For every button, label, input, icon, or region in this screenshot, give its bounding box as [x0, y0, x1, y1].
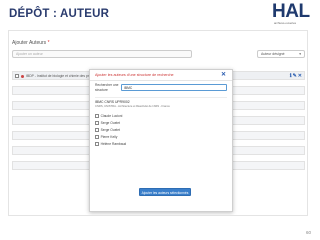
author-option[interactable]: Pierre Kelly: [95, 134, 117, 140]
author-checkbox[interactable]: [95, 128, 99, 132]
structure-name: IBMC CNRS UPR9002: [95, 100, 130, 104]
required-mark: *: [47, 40, 50, 46]
author-search-placeholder: Ajouter un auteur: [16, 52, 43, 56]
structure-search-input[interactable]: IBMC: [121, 84, 227, 91]
author-option[interactable]: Hélène Rambaud: [95, 141, 126, 147]
role-select[interactable]: Auteur désigné ▾: [257, 50, 305, 58]
author-checkbox[interactable]: [95, 142, 99, 146]
author-name: Serge Ouelet: [100, 121, 121, 125]
structure-search-label: Rechercher une structure: [95, 83, 119, 92]
logo-subtitle: archives-ouvertes: [274, 21, 297, 25]
authors-label-text: Ajouter Auteurs: [12, 40, 47, 46]
author-checkbox[interactable]: [95, 121, 99, 125]
row-checkbox[interactable]: [15, 74, 19, 78]
delete-icon[interactable]: ✕: [298, 73, 302, 80]
modal-title: Ajouter les auteurs d'une structure de r…: [95, 73, 174, 77]
page-number: 60: [305, 230, 311, 235]
structure-subtitle: CNRS, UNISTRA - Architecture et Réactivi…: [95, 105, 170, 108]
author-name: Hélène Rambaud: [100, 142, 127, 146]
chevron-down-icon: ▾: [299, 52, 301, 56]
author-checkbox[interactable]: [95, 114, 99, 118]
role-select-value: Auteur désigné: [261, 52, 285, 56]
author-option[interactable]: Claude Lucioni: [95, 113, 122, 119]
hal-logo: HAL archives-ouvertes: [272, 2, 316, 26]
info-icon[interactable]: ℹ: [290, 73, 292, 80]
modal-divider: [90, 80, 232, 81]
edit-icon[interactable]: ✎: [293, 73, 297, 80]
logo-text: HAL: [272, 1, 310, 22]
structure-search-value: IBMC: [124, 86, 133, 90]
author-name: Claude Lucioni: [100, 114, 123, 118]
authors-field-label: Ajouter Auteurs *: [12, 40, 50, 46]
close-icon[interactable]: ✕: [221, 71, 226, 79]
slide-title: DÉPÔT : AUTEUR: [9, 8, 110, 20]
add-button-label: Ajouter les auteurs sélectionnés: [141, 190, 189, 195]
author-name: Serge Ouelet: [100, 128, 121, 132]
add-authors-modal: Ajouter les auteurs d'une structure de r…: [89, 69, 233, 212]
add-selected-authors-button[interactable]: Ajouter les auteurs sélectionnés: [139, 188, 191, 196]
author-option[interactable]: Serge Ouelet: [95, 127, 120, 133]
author-search-input[interactable]: Ajouter un auteur: [12, 50, 192, 58]
section-divider: [95, 97, 227, 98]
author-option[interactable]: Serge Ouelet: [95, 120, 120, 126]
screenshot-frame: Ajouter Auteurs * Ajouter un auteur Aute…: [8, 30, 308, 216]
structure-status-icon: [21, 74, 24, 78]
author-name: Pierre Kelly: [100, 135, 118, 139]
author-checkbox[interactable]: [95, 135, 99, 139]
